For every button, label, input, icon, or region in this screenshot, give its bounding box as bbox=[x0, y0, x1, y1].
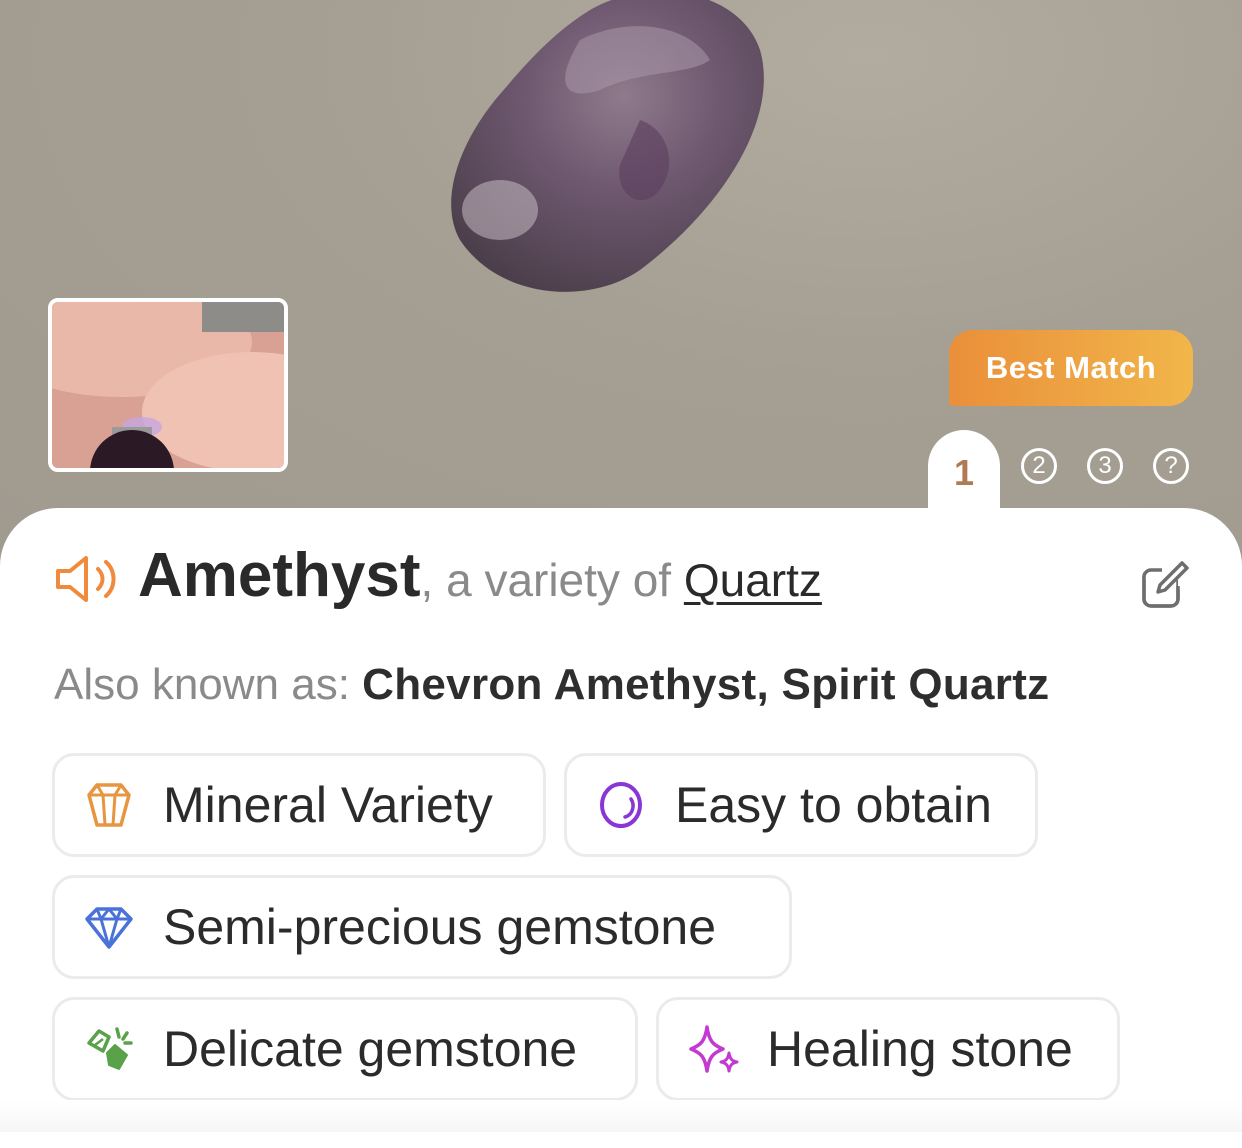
speaker-icon[interactable] bbox=[54, 553, 122, 605]
also-known-as-label: Also known as: bbox=[54, 660, 363, 709]
mineral-name: Amethyst bbox=[138, 541, 421, 610]
result-tab-1-label: 1 bbox=[953, 452, 975, 493]
tag-label: Mineral Variety bbox=[163, 777, 493, 833]
result-tab-1[interactable]: 1 bbox=[928, 430, 1000, 530]
crystal-icon bbox=[87, 783, 131, 827]
tag-delicate-gemstone[interactable]: Delicate gemstone bbox=[52, 997, 638, 1101]
circle-icon bbox=[600, 782, 642, 828]
tag-semi-precious-gemstone[interactable]: Semi-precious gemstone bbox=[52, 875, 792, 979]
tag-label: Easy to obtain bbox=[675, 777, 992, 833]
result-tab-unknown[interactable]: ? bbox=[1153, 448, 1189, 484]
tag-mineral-variety[interactable]: Mineral Variety bbox=[52, 753, 546, 857]
result-tab-2[interactable]: 2 bbox=[1021, 448, 1057, 484]
tag-label: Healing stone bbox=[767, 1021, 1073, 1077]
edit-icon[interactable] bbox=[1140, 560, 1190, 610]
diamond-icon bbox=[85, 907, 133, 949]
broken-crystal-icon bbox=[87, 1027, 133, 1070]
parent-mineral-link[interactable]: Quartz bbox=[684, 554, 822, 606]
tag-easy-to-obtain[interactable]: Easy to obtain bbox=[564, 753, 1038, 857]
tag-healing-stone[interactable]: Healing stone bbox=[656, 997, 1120, 1101]
variety-connector: , a variety of bbox=[420, 554, 684, 606]
tag-label: Semi-precious gemstone bbox=[163, 899, 717, 955]
original-photo-thumbnail[interactable] bbox=[48, 298, 288, 472]
amethyst-photo bbox=[451, 0, 764, 292]
also-known-as: Also known as: Chevron Amethyst, Spirit … bbox=[54, 660, 1049, 710]
result-tab-3[interactable]: 3 bbox=[1087, 448, 1123, 484]
alternate-names: Chevron Amethyst, Spirit Quartz bbox=[362, 660, 1050, 709]
result-tab-unknown-label: ? bbox=[1164, 452, 1178, 479]
tag-label: Delicate gemstone bbox=[163, 1021, 578, 1077]
best-match-badge: Best Match bbox=[949, 330, 1193, 406]
result-title: Amethyst, a variety of Quartz bbox=[138, 540, 822, 611]
sparkle-icon bbox=[689, 1025, 739, 1073]
result-tab-3-label: 3 bbox=[1098, 452, 1112, 479]
card-bottom-shadow bbox=[0, 1100, 1242, 1132]
thumbnail-image bbox=[52, 302, 284, 468]
result-tab-2-label: 2 bbox=[1032, 452, 1046, 479]
hero-photo bbox=[0, 0, 1242, 560]
